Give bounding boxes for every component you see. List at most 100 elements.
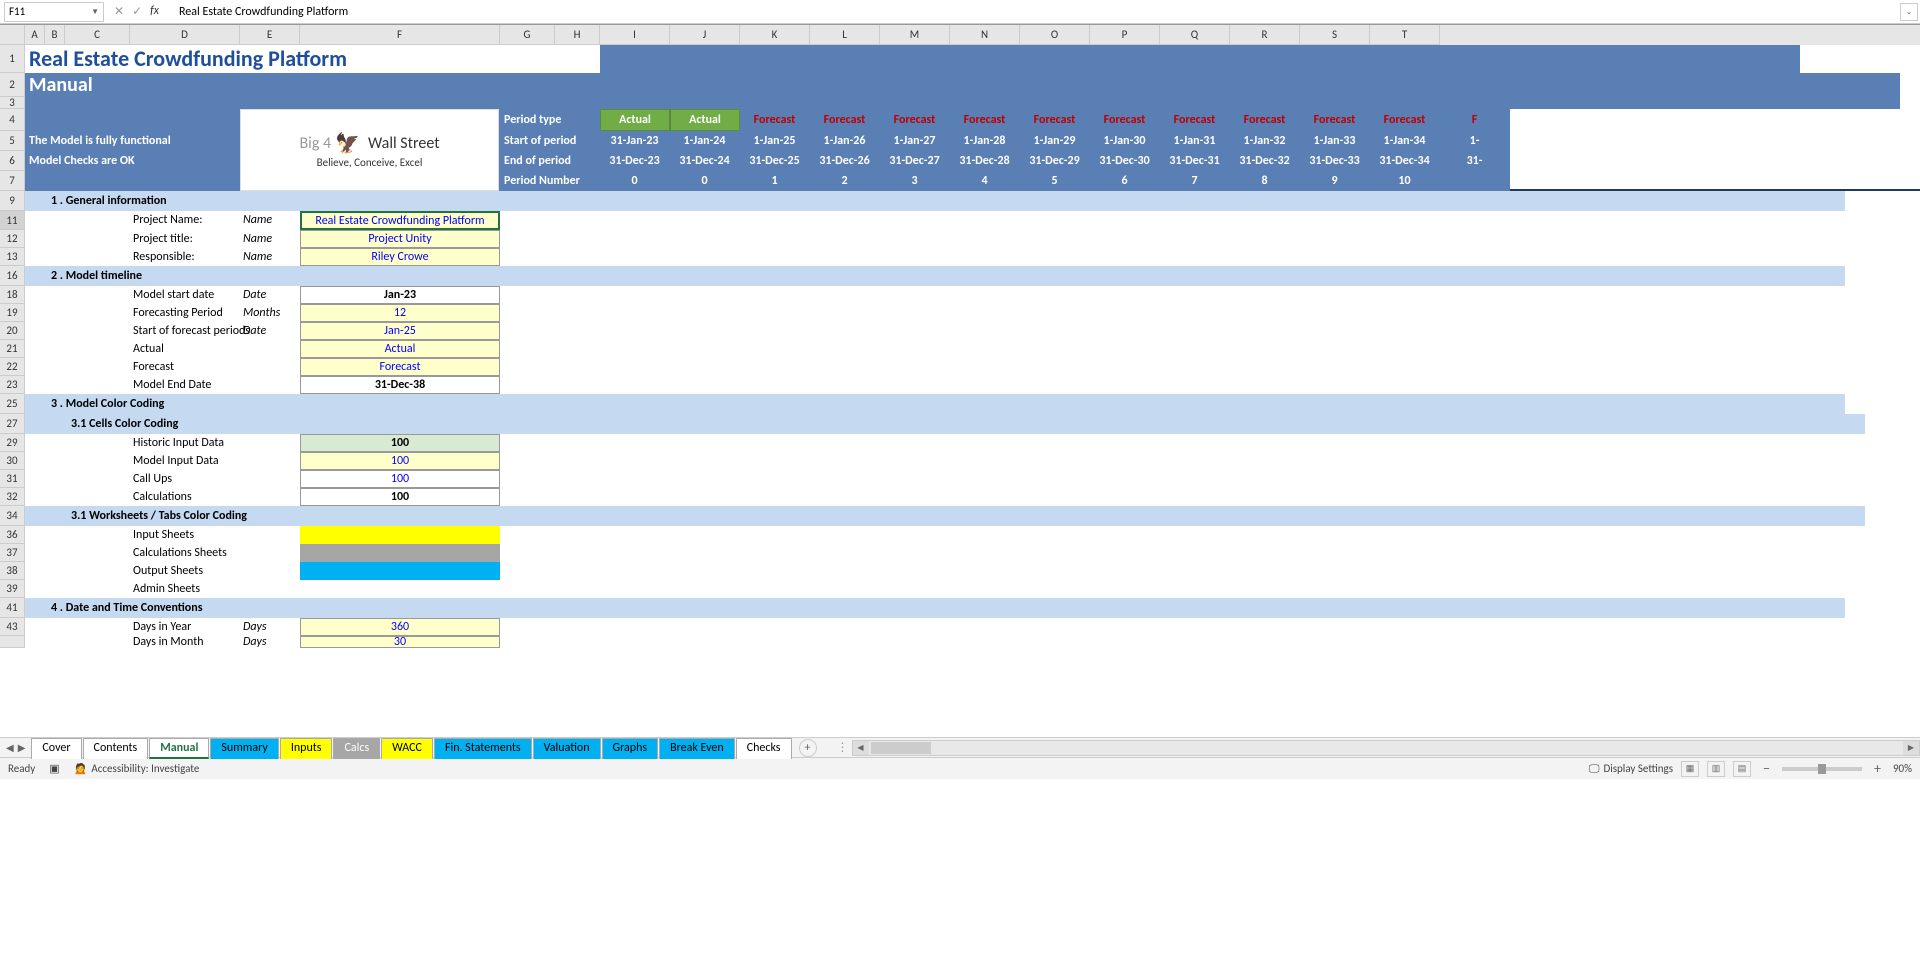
col-header-I[interactable]: I bbox=[600, 25, 670, 45]
col-header-O[interactable]: O bbox=[1020, 25, 1090, 45]
row-header-3[interactable]: 3 bbox=[0, 97, 25, 109]
display-settings-button[interactable]: 🖵 Display Settings bbox=[1589, 762, 1673, 776]
col-header-P[interactable]: P bbox=[1090, 25, 1160, 45]
tab-break-even[interactable]: Break Even bbox=[659, 738, 735, 759]
days-in-year-value[interactable]: 360 bbox=[300, 618, 500, 636]
row-header-21[interactable]: 21 bbox=[0, 340, 25, 358]
new-sheet-button[interactable]: + bbox=[799, 739, 817, 757]
row-header-1[interactable]: 1 bbox=[0, 45, 25, 73]
row-header-36[interactable]: 36 bbox=[0, 526, 25, 544]
name-box-dropdown-icon[interactable]: ▼ bbox=[91, 7, 99, 17]
row-header-34[interactable]: 34 bbox=[0, 506, 25, 526]
view-page-layout-icon[interactable]: ▥ bbox=[1707, 761, 1725, 777]
hscroll-left-icon[interactable]: ◀ bbox=[853, 741, 869, 755]
col-header-J[interactable]: J bbox=[670, 25, 740, 45]
formula-bar-expand-icon[interactable]: ⌄ bbox=[1900, 3, 1918, 21]
hscroll-track[interactable]: ◀ ▶ bbox=[852, 740, 1920, 756]
tab-checks[interactable]: Checks bbox=[736, 738, 792, 759]
macro-record-icon[interactable]: ▣ bbox=[49, 762, 59, 775]
tab-fin-statements[interactable]: Fin. Statements bbox=[434, 738, 532, 759]
row-header-31[interactable]: 31 bbox=[0, 470, 25, 488]
row-header-20[interactable]: 20 bbox=[0, 322, 25, 340]
row-header-38[interactable]: 38 bbox=[0, 562, 25, 580]
row-header-30[interactable]: 30 bbox=[0, 452, 25, 470]
tab-contents[interactable]: Contents bbox=[83, 738, 149, 759]
row-header-25[interactable]: 25 bbox=[0, 394, 25, 414]
row-header-23[interactable]: 23 bbox=[0, 376, 25, 394]
col-header-T[interactable]: T bbox=[1370, 25, 1440, 45]
view-page-break-icon[interactable]: ▤ bbox=[1733, 761, 1751, 777]
tab-manual[interactable]: Manual bbox=[149, 738, 209, 759]
col-header-N[interactable]: N bbox=[950, 25, 1020, 45]
model-input-value[interactable]: 100 bbox=[300, 452, 500, 470]
row-header-41[interactable]: 41 bbox=[0, 598, 25, 618]
row-header-27[interactable]: 27 bbox=[0, 414, 25, 434]
row-header-18[interactable]: 18 bbox=[0, 286, 25, 304]
name-box[interactable]: F11 ▼ bbox=[4, 2, 104, 22]
col-header-R[interactable]: R bbox=[1230, 25, 1300, 45]
historic-input-value[interactable]: 100 bbox=[300, 434, 500, 452]
col-header-E[interactable]: E bbox=[240, 25, 300, 45]
actual-label-value[interactable]: Actual bbox=[300, 340, 500, 358]
select-all-corner[interactable] bbox=[0, 25, 25, 45]
model-end-value[interactable]: 31-Dec-38 bbox=[300, 376, 500, 394]
col-header-B[interactable]: B bbox=[45, 25, 65, 45]
fx-icon[interactable]: fx bbox=[150, 4, 159, 19]
row-header-4[interactable]: 4 bbox=[0, 109, 25, 131]
forecast-label-value[interactable]: Forecast bbox=[300, 358, 500, 376]
tab-summary[interactable]: Summary bbox=[210, 738, 278, 759]
view-normal-icon[interactable]: ▦ bbox=[1681, 761, 1699, 777]
formula-input[interactable]: Real Estate Crowdfunding Platform bbox=[175, 3, 1900, 21]
col-header-H[interactable]: H bbox=[555, 25, 600, 45]
tab-inputs[interactable]: Inputs bbox=[280, 738, 333, 759]
start-forecast-value[interactable]: Jan-25 bbox=[300, 322, 500, 340]
col-header-M[interactable]: M bbox=[880, 25, 950, 45]
row-header-43[interactable]: 43 bbox=[0, 618, 25, 636]
col-header-C[interactable]: C bbox=[65, 25, 130, 45]
col-header-G[interactable]: G bbox=[500, 25, 555, 45]
row-header-32[interactable]: 32 bbox=[0, 488, 25, 506]
row-header-37[interactable]: 37 bbox=[0, 544, 25, 562]
row-header-13[interactable]: 13 bbox=[0, 248, 25, 266]
row-header-2[interactable]: 2 bbox=[0, 73, 25, 97]
hscroll-thumb[interactable] bbox=[871, 742, 931, 754]
row-header-9[interactable]: 9 bbox=[0, 191, 25, 211]
project-title-value[interactable]: Project Unity bbox=[300, 230, 500, 248]
sheet-body[interactable]: Real Estate Crowdfunding PlatformManualB… bbox=[25, 45, 1920, 737]
hscroll-right-icon[interactable]: ▶ bbox=[1903, 741, 1919, 755]
cancel-icon[interactable]: ✕ bbox=[114, 4, 124, 19]
tab-wacc[interactable]: WACC bbox=[381, 738, 433, 759]
row-header-29[interactable]: 29 bbox=[0, 434, 25, 452]
accessibility-button[interactable]: 🙍 Accessibility: Investigate bbox=[74, 762, 200, 775]
project-name-value[interactable]: Real Estate Crowdfunding Platform bbox=[300, 211, 500, 230]
tab-nav-next-icon[interactable]: ▶ bbox=[18, 741, 26, 754]
row-header-22[interactable]: 22 bbox=[0, 358, 25, 376]
tab-graphs[interactable]: Graphs bbox=[602, 738, 659, 759]
row-header-39[interactable]: 39 bbox=[0, 580, 25, 598]
zoom-slider[interactable] bbox=[1782, 767, 1862, 771]
row-header-5[interactable]: 5 bbox=[0, 131, 25, 151]
calculations-value[interactable]: 100 bbox=[300, 488, 500, 506]
forecast-period-value[interactable]: 12 bbox=[300, 304, 500, 322]
tab-valuation[interactable]: Valuation bbox=[533, 738, 601, 759]
row-header-16[interactable]: 16 bbox=[0, 266, 25, 286]
row-header-7[interactable]: 7 bbox=[0, 171, 25, 191]
model-start-value[interactable]: Jan-23 bbox=[300, 286, 500, 304]
col-header-S[interactable]: S bbox=[1300, 25, 1370, 45]
row-header-[interactable] bbox=[0, 636, 25, 648]
zoom-in-button[interactable]: + bbox=[1870, 760, 1885, 777]
row-header-11[interactable]: 11 bbox=[0, 211, 25, 230]
tab-nav-prev-icon[interactable]: ◀ bbox=[6, 741, 14, 754]
zoom-slider-thumb[interactable] bbox=[1818, 764, 1826, 774]
days-in-month-value[interactable]: 30 bbox=[300, 636, 500, 648]
callups-value[interactable]: 100 bbox=[300, 470, 500, 488]
accept-icon[interactable]: ✓ bbox=[132, 4, 142, 19]
col-header-F[interactable]: F bbox=[300, 25, 500, 45]
tab-calcs[interactable]: Calcs bbox=[333, 738, 380, 759]
col-header-L[interactable]: L bbox=[810, 25, 880, 45]
responsible-value[interactable]: Riley Crowe bbox=[300, 248, 500, 266]
zoom-out-button[interactable]: − bbox=[1759, 760, 1774, 777]
row-header-6[interactable]: 6 bbox=[0, 151, 25, 171]
col-header-A[interactable]: A bbox=[25, 25, 45, 45]
tab-cover[interactable]: Cover bbox=[31, 738, 81, 759]
